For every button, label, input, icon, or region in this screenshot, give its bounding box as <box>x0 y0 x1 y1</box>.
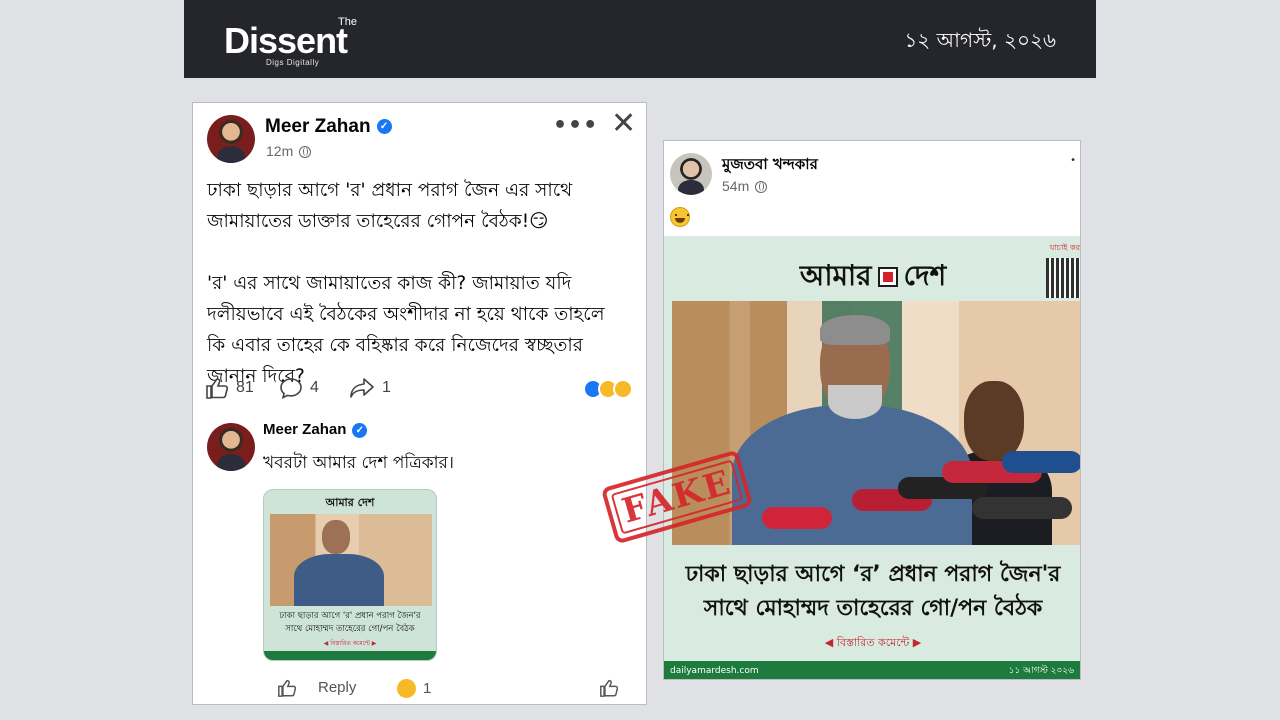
comment-button[interactable]: 4 <box>279 377 319 399</box>
reaction-summary[interactable] <box>583 379 633 399</box>
brand-logo-icon <box>877 267 898 287</box>
photo-person-background-head <box>964 381 1024 461</box>
post-body: ঢাকা ছাড়ার আগে 'র' প্রধান পরাগ জৈন এর স… <box>207 180 605 387</box>
more-options-icon[interactable]: ••• <box>553 113 598 138</box>
news-brand-left: আমার <box>799 259 872 292</box>
author-name[interactable]: Meer Zahan <box>265 116 371 137</box>
comment-actions: Reply 1 <box>277 677 637 701</box>
post-actions: 81 4 1 <box>205 377 635 403</box>
share-button[interactable]: 1 <box>349 377 391 399</box>
author-avatar[interactable] <box>207 115 255 163</box>
share-count: 1 <box>382 379 391 396</box>
commenter-name-row: Meer Zahan ✓ <box>263 421 368 438</box>
photo-speaker-beard <box>828 385 882 419</box>
wow-reaction-icon <box>613 379 633 399</box>
comment-like-right-icon[interactable] <box>599 679 619 697</box>
facebook-post-right: মুজতবা খন্দকার 54m • যাচাই কর আমার দেশ ঢা… <box>663 140 1081 680</box>
mini-news-footer <box>264 651 436 660</box>
mini-news-more: ◀ বিস্তারিত কমেন্টে ▶ <box>323 640 377 647</box>
mini-news-photo <box>270 514 432 606</box>
microphone <box>762 507 832 529</box>
comment-like-icon[interactable] <box>277 679 297 697</box>
logo-wordmark: Dissent <box>224 20 348 61</box>
news-footer: dailyamardesh.com ১১ আগস্ট ২০২৬ <box>664 661 1080 679</box>
microphone <box>1002 451 1080 473</box>
share-icon <box>350 378 374 398</box>
commenter-name[interactable]: Meer Zahan <box>263 421 346 438</box>
mini-news-brand: আমার দেশ <box>325 496 375 509</box>
globe-icon <box>299 146 312 159</box>
thumbs-up-icon <box>206 378 229 399</box>
commenter-avatar[interactable] <box>207 423 255 471</box>
news-more-label: ◀ বিস্তারিত কমেন্টে ▶ <box>824 636 922 649</box>
author-name-right[interactable]: মুজতবা খন্দকার <box>722 153 818 178</box>
news-brand-right: দেশ <box>903 259 947 292</box>
post-time[interactable]: 12m <box>266 143 293 159</box>
like-count: 81 <box>236 379 254 396</box>
comment-icon <box>280 378 302 399</box>
like-button[interactable]: 81 <box>205 377 254 399</box>
facebook-post-left: Meer Zahan ✓ 12m ••• ✕ ঢাকা ছাড়ার আগে 'র… <box>192 102 647 705</box>
close-icon[interactable]: ✕ <box>611 109 636 139</box>
reply-button[interactable]: Reply <box>318 679 356 696</box>
dissent-logo[interactable]: The Dissent Digs Digitally <box>224 12 374 67</box>
comment-reaction-count: 1 <box>423 680 432 697</box>
verified-badge-icon: ✓ <box>376 119 392 135</box>
logo-tagline: Digs Digitally <box>266 58 320 67</box>
more-options-icon[interactable]: • <box>1070 155 1076 166</box>
post-meta: 12m <box>266 143 312 159</box>
verified-badge-icon: ✓ <box>352 422 368 438</box>
smile-emoji-icon <box>670 207 690 227</box>
comment-count: 4 <box>310 379 319 396</box>
comment-text: খবরটা আমার দেশ পত্রিকার। <box>263 453 454 473</box>
news-headline: ঢাকা ছাড়ার আগে ‘র’ প্রধান পরাগ জৈন'র সা… <box>685 562 1061 621</box>
photo-speaker-hair <box>820 315 890 345</box>
news-site: dailyamardesh.com <box>670 666 759 676</box>
globe-icon <box>755 181 768 194</box>
comment-attached-image[interactable]: আমার দেশ ঢাকা ছাড়ার আগে 'র' প্রধান পরাগ… <box>263 489 437 661</box>
mini-news-caption: ঢাকা ছাড়ার আগে 'র' প্রধান পরাগ জৈন'র সা… <box>279 611 421 634</box>
microphone <box>972 497 1072 519</box>
author-name-row: Meer Zahan ✓ <box>265 116 392 138</box>
news-brand: আমার দেশ <box>664 254 1080 301</box>
site-header: The Dissent Digs Digitally ১২ আগস্ট, ২০২… <box>184 0 1096 78</box>
post-meta-right: 54m <box>722 178 768 194</box>
post-time-right[interactable]: 54m <box>722 178 749 194</box>
news-footer-date: ১১ আগস্ট ২০২৬ <box>1008 666 1074 676</box>
author-avatar-right[interactable] <box>670 153 712 195</box>
header-date: ১২ আগস্ট, ২০২৬ <box>904 28 1056 52</box>
comment-wow-reaction-icon <box>397 679 416 698</box>
